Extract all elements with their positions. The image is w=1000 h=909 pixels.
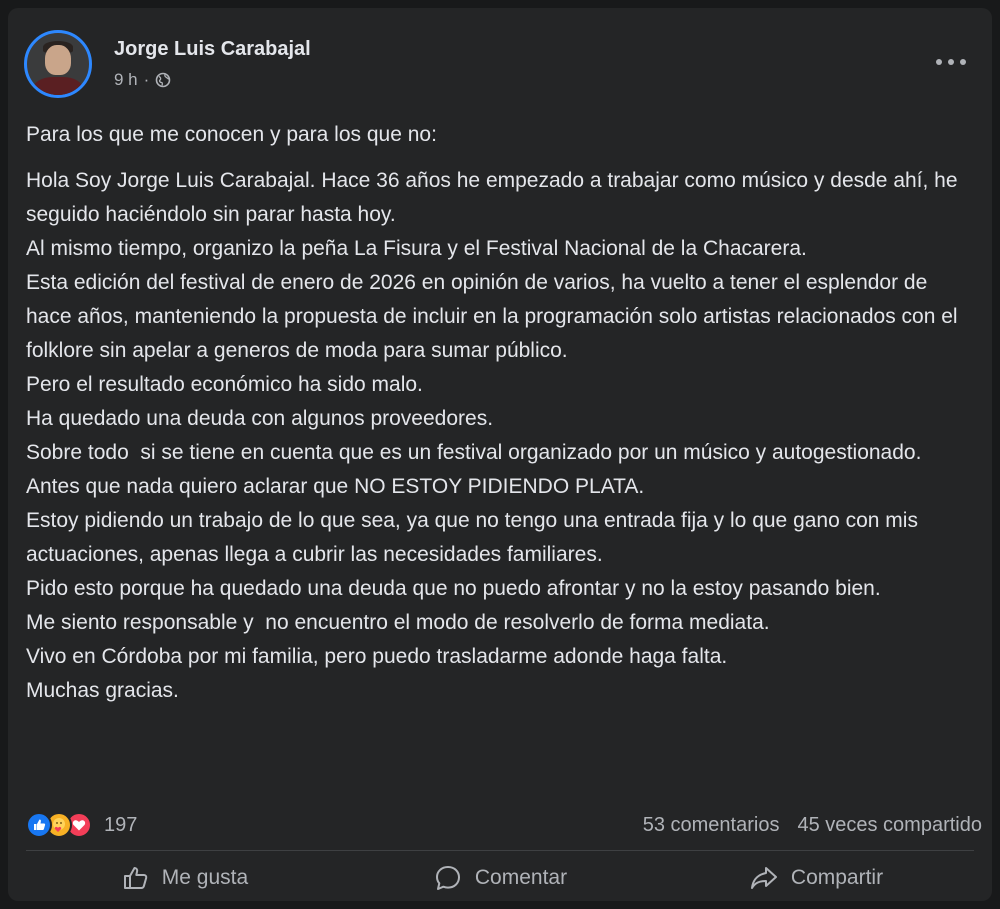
post-paragraph: Sobre todo si se tiene en cuenta que es … — [26, 441, 922, 464]
like-label: Me gusta — [161, 866, 249, 889]
avatar-body — [33, 77, 83, 95]
comments-count[interactable]: 53 comentarios — [643, 814, 780, 837]
comment-label: Comentar — [474, 866, 568, 889]
more-options-icon[interactable] — [936, 54, 966, 70]
divider — [26, 850, 974, 851]
post-paragraph: Estoy pidiendo un trabajo de lo que sea,… — [26, 509, 924, 566]
post-paragraph: Pido esto porque ha quedado una deuda qu… — [26, 577, 881, 600]
post-header: Jorge Luis Carabajal 9 h · — [24, 30, 976, 98]
post-paragraph: Muchas gracias. — [26, 679, 179, 702]
post-card: Jorge Luis Carabajal 9 h · Para los que … — [8, 8, 992, 901]
meta-separator: · — [143, 70, 150, 89]
like-icon — [26, 812, 52, 838]
share-label: Compartir — [790, 866, 884, 889]
post-paragraph: Antes que nada quiero aclarar que NO EST… — [26, 475, 645, 498]
thumbs-up-icon — [123, 867, 148, 889]
post-paragraph: Pero el resultado económico ha sido malo… — [26, 373, 423, 396]
reactions-summary[interactable]: 197 — [26, 812, 137, 838]
post-paragraph: Me siento responsable y no encuentro el … — [26, 611, 770, 634]
share-button[interactable]: Compartir — [658, 856, 974, 900]
post-actions: Me gusta Comentar Compartir — [26, 856, 974, 900]
shares-count[interactable]: 45 veces compartido — [797, 814, 982, 837]
share-icon — [750, 867, 777, 889]
comment-button[interactable]: Comentar — [342, 856, 658, 900]
engagement-counts: 53 comentarios 45 veces compartido — [643, 814, 982, 837]
post-stats: 197 53 comentarios 45 veces compartido — [26, 808, 982, 842]
globe-icon[interactable] — [155, 72, 171, 88]
post-time[interactable]: 9 h — [114, 70, 138, 90]
post-text: Para los que me conocen y para los que n… — [26, 118, 976, 708]
post-paragraph: Hola Soy Jorge Luis Carabajal. Hace 36 a… — [26, 169, 964, 226]
post-paragraph: Ha quedado una deuda con algunos proveed… — [26, 407, 494, 430]
post-intro: Para los que me conocen y para los que n… — [26, 123, 437, 146]
author-name[interactable]: Jorge Luis Carabajal — [114, 38, 311, 61]
avatar-face — [45, 45, 71, 75]
comment-icon — [435, 866, 460, 890]
post-paragraph: Vivo en Córdoba por mi familia, pero pue… — [26, 645, 728, 668]
post-meta: 9 h · — [114, 70, 171, 90]
like-button[interactable]: Me gusta — [26, 856, 342, 900]
reaction-count[interactable]: 197 — [104, 814, 137, 837]
post-paragraph: Al mismo tiempo, organizo la peña La Fis… — [26, 237, 807, 260]
post-paragraph: Esta edición del festival de enero de 20… — [26, 271, 964, 362]
avatar[interactable] — [24, 30, 92, 98]
